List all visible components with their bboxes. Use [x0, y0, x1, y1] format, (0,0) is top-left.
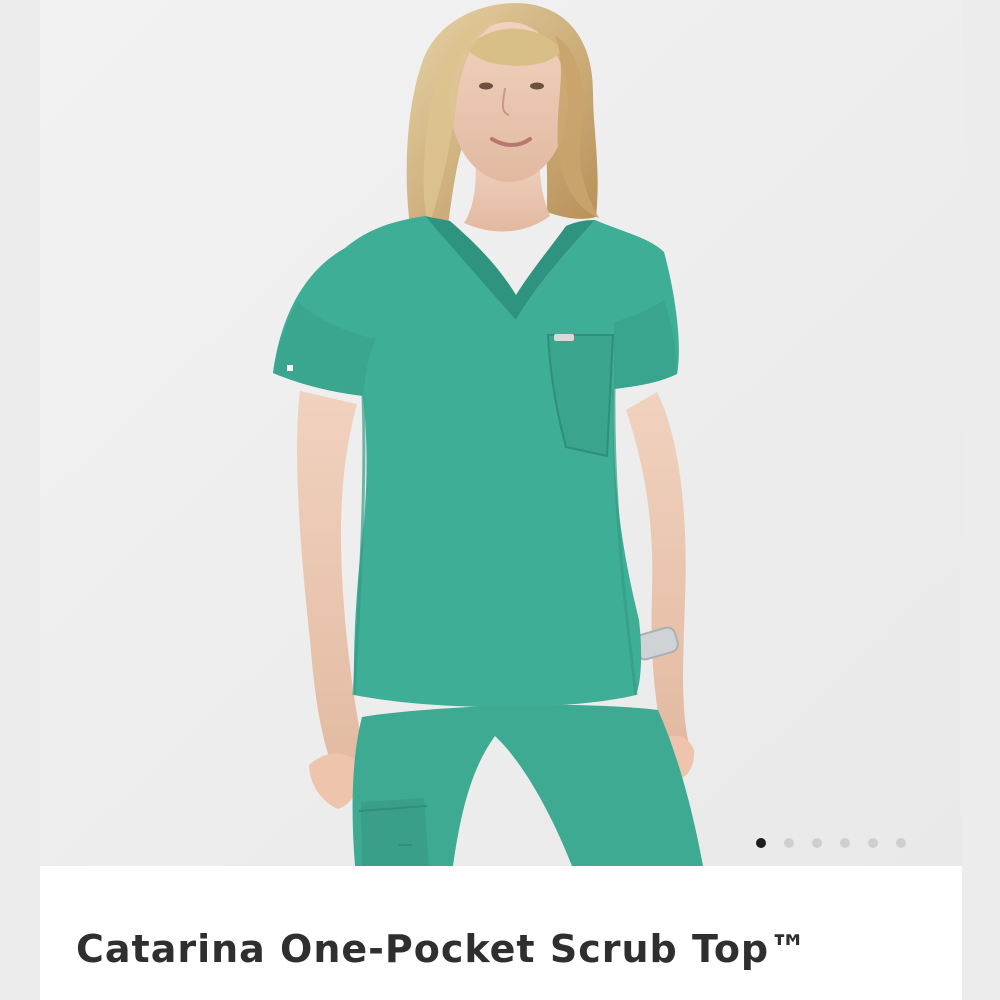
gallery-dot-2[interactable]: [784, 838, 794, 848]
gallery-dot-1[interactable]: [756, 838, 766, 848]
product-title: Catarina One-Pocket Scrub Top™: [76, 927, 809, 971]
product-photo: [40, 0, 962, 866]
gallery-dot-4[interactable]: [840, 838, 850, 848]
product-page: Catarina One-Pocket Scrub Top™: [0, 0, 1000, 1000]
product-info-panel: Catarina One-Pocket Scrub Top™: [40, 866, 962, 1000]
gallery-dot-6[interactable]: [896, 838, 906, 848]
gallery-dot-5[interactable]: [868, 838, 878, 848]
product-image-gallery[interactable]: [40, 0, 962, 866]
gallery-dot-3[interactable]: [812, 838, 822, 848]
gallery-pagination: [756, 838, 906, 848]
